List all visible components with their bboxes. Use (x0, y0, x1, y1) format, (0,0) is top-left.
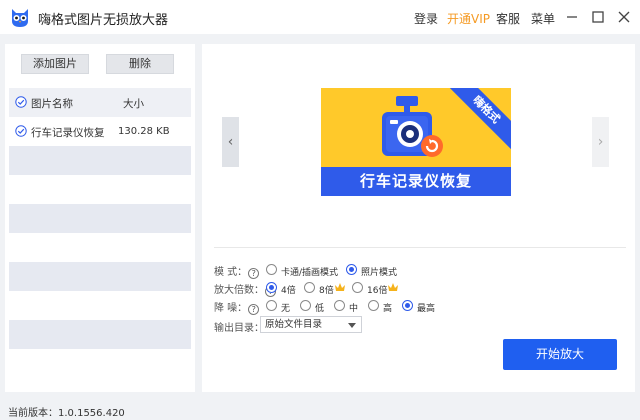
denoise-highest-radio[interactable] (402, 300, 413, 311)
close-icon[interactable] (616, 9, 632, 25)
scale-4x-label: 4倍 (281, 286, 296, 296)
denoise-label-text: 降 噪： (214, 303, 248, 314)
empty-row (9, 291, 191, 320)
denoise-high-label: 高 (383, 304, 393, 314)
denoise-highest-label: 最高 (417, 304, 436, 314)
scale-16x-radio[interactable] (352, 282, 363, 293)
maximize-icon[interactable] (590, 9, 606, 25)
vip-crown-icon (335, 283, 345, 291)
help-icon[interactable]: ? (248, 304, 260, 315)
mode-photo-label: 照片模式 (361, 268, 398, 278)
denoise-high-radio[interactable] (368, 300, 379, 311)
empty-row (9, 320, 191, 349)
denoise-low-radio[interactable] (300, 300, 311, 311)
select-all-checkbox-icon[interactable] (15, 96, 27, 108)
app-logo-icon (12, 9, 28, 27)
mode-label: 模 式：? (214, 263, 260, 279)
column-header-size: 大小 (123, 98, 144, 110)
empty-row (9, 146, 191, 175)
vip-crown-icon (388, 283, 398, 291)
service-link[interactable]: 客服 (496, 10, 520, 27)
add-image-button[interactable]: 添加图片 (21, 54, 89, 74)
scale-4x-radio[interactable] (266, 282, 277, 293)
mode-cartoon-radio[interactable] (266, 264, 277, 275)
mode-photo-radio[interactable] (346, 264, 357, 275)
file-size: 130.28 KB (118, 126, 170, 137)
table-header: 图片名称 大小 (9, 88, 191, 117)
mode-label-text: 模 式： (214, 267, 248, 278)
title-bar: 嗨格式图片无损放大器 登录 开通VIP 客服 菜单 (0, 0, 640, 34)
empty-row (9, 233, 191, 262)
dashcam-icon (382, 96, 443, 157)
help-icon[interactable]: ? (248, 268, 260, 279)
denoise-label: 降 噪：? (214, 299, 260, 315)
empty-row (9, 349, 191, 378)
image-preview: 嗨格式 行车记录仪恢复 (321, 88, 511, 196)
app-title: 嗨格式图片无损放大器 (38, 13, 169, 28)
denoise-none-radio[interactable] (266, 300, 277, 311)
output-dir-label: 输出目录： (214, 323, 264, 334)
empty-row (9, 175, 191, 204)
table-row[interactable]: 行车记录仪恢复 130.28 KB (9, 117, 191, 146)
login-link[interactable]: 登录 (414, 10, 438, 27)
column-header-name: 图片名称 (31, 98, 73, 110)
empty-row (9, 204, 191, 233)
minimize-icon[interactable] (564, 9, 580, 25)
file-name: 行车记录仪恢复 (31, 127, 105, 139)
scale-8x-label: 8倍 (319, 286, 334, 296)
version-text: 当前版本：1.0.1556.420 (8, 408, 125, 419)
preview-banner-text: 行车记录仪恢复 (321, 167, 511, 196)
chevron-down-icon (348, 323, 356, 328)
scale-label-text: 放大倍数： (214, 285, 264, 296)
empty-row (9, 262, 191, 291)
output-dir-value: 原始文件目录 (265, 319, 323, 330)
denoise-none-label: 无 (281, 304, 291, 314)
file-table: 图片名称 大小 行车记录仪恢复 130.28 KB (9, 88, 191, 378)
vip-link[interactable]: 开通VIP (447, 10, 490, 27)
next-image-button[interactable]: › (592, 117, 609, 167)
start-enlarge-button[interactable]: 开始放大 (503, 339, 617, 370)
denoise-mid-radio[interactable] (334, 300, 345, 311)
scale-16x-label: 16倍 (367, 286, 388, 296)
mode-cartoon-label: 卡通/插画模式 (281, 268, 339, 278)
divider (214, 247, 626, 248)
file-list-panel: 添加图片 删除 图片名称 大小 行车记录仪恢复 130.28 KB (5, 44, 195, 392)
output-dir-select[interactable]: 原始文件目录 (260, 316, 362, 333)
preview-panel: ‹ › 嗨格式 行车记录仪恢复 模 式：? 卡通/插画模式 照片模式 放大倍数：… (202, 44, 635, 392)
delete-button[interactable]: 删除 (106, 54, 174, 74)
menu-link[interactable]: 菜单 (531, 10, 555, 27)
row-checkbox-icon[interactable] (15, 125, 27, 137)
denoise-mid-label: 中 (349, 304, 359, 314)
previous-image-button[interactable]: ‹ (222, 117, 239, 167)
denoise-low-label: 低 (315, 304, 325, 314)
scale-8x-radio[interactable] (304, 282, 315, 293)
